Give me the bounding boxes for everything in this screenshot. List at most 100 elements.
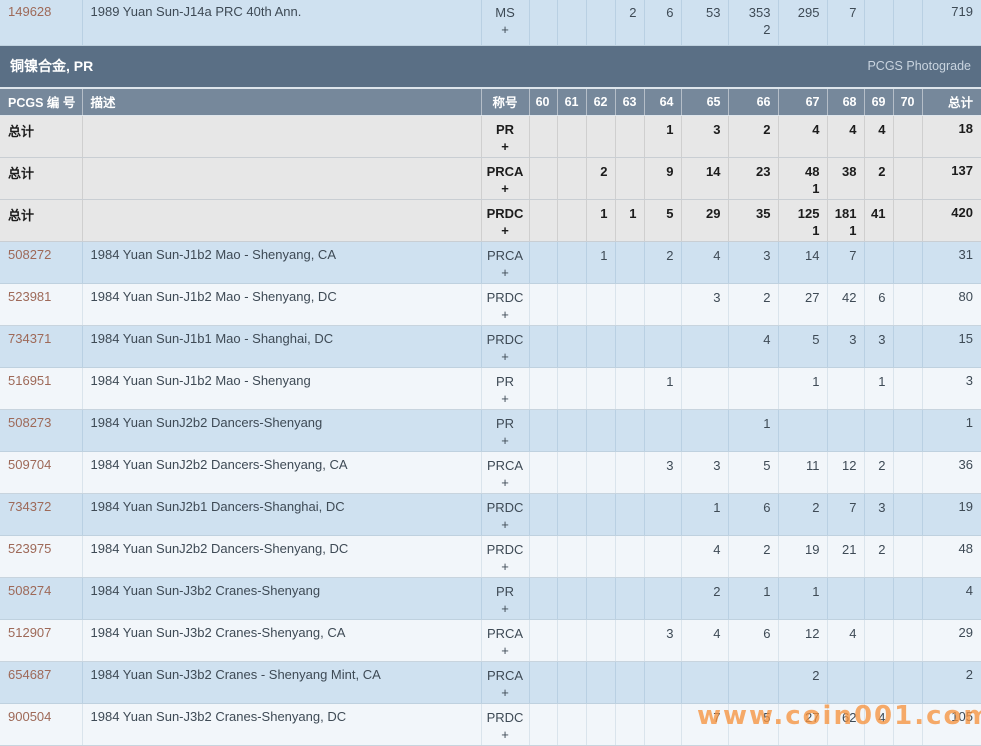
grade-66-cell: 2	[728, 115, 778, 157]
pcgs-number-link[interactable]: 508272	[8, 247, 51, 262]
designation-cell: PRCA+	[481, 241, 529, 283]
table-row: 1496281989 Yuan Sun-J14a PRC 40th Ann.MS…	[0, 0, 981, 45]
grade-61-cell	[557, 535, 586, 577]
designation-cell: PRCA+	[481, 451, 529, 493]
designation-cell: MS+	[481, 0, 529, 45]
grade-62-cell	[586, 535, 615, 577]
pcgs-number-link[interactable]: 900504	[8, 709, 51, 724]
grade-64-cell: 3	[644, 619, 681, 661]
grade-63-cell	[615, 325, 644, 367]
pcgs-number-link[interactable]: 509704	[8, 457, 51, 472]
grade-61-cell	[557, 451, 586, 493]
column-header-67: 67	[778, 88, 827, 115]
grade-64-cell: 1	[644, 367, 681, 409]
table-row: 508272 1984 Yuan Sun-J1b2 Mao - Shenyang,…	[0, 241, 981, 283]
column-header-63: 63	[615, 88, 644, 115]
row-total-cell: 2	[922, 661, 981, 703]
coin-description: 1984 Yuan SunJ2b2 Dancers-Shenyang, CA	[82, 451, 481, 493]
grade-68-cell: 21	[827, 535, 864, 577]
grade-68-cell	[827, 409, 864, 451]
grade-69-cell: 6	[864, 283, 893, 325]
pcgs-number-link[interactable]: 523981	[8, 289, 51, 304]
grade-61-cell	[557, 409, 586, 451]
total-label: 总计	[8, 124, 34, 139]
designation-cell: PR+	[481, 115, 529, 157]
grade-60-cell	[529, 115, 557, 157]
coin-description: 1984 Yuan SunJ2b1 Dancers-Shanghai, DC	[82, 493, 481, 535]
grade-67-cell: 14	[778, 241, 827, 283]
column-header-row: PCGS 编 号描述称号6061626364656667686970总计	[0, 88, 981, 115]
grade-67-cell: 1	[778, 577, 827, 619]
grade-60-cell	[529, 493, 557, 535]
grade-64-cell	[644, 493, 681, 535]
designation-cell: PRDC+	[481, 283, 529, 325]
table-row: 9005041984 Yuan Sun-J3b2 Cranes-Shenyang…	[0, 703, 981, 745]
pcgs-number-link[interactable]: 734371	[8, 331, 51, 346]
grade-60-cell	[529, 577, 557, 619]
designation-cell: PRDC+	[481, 199, 529, 241]
table-row: 6546871984 Yuan Sun-J3b2 Cranes - Shenya…	[0, 661, 981, 703]
photograde-link[interactable]: PCGS Photograde	[867, 59, 971, 73]
column-header-total: 总计	[922, 88, 981, 115]
row-total-cell: 1	[922, 409, 981, 451]
grade-69-cell: 2	[864, 157, 893, 199]
grade-63-cell	[615, 577, 644, 619]
table-row: 5082731984 Yuan SunJ2b2 Dancers-Shenyang…	[0, 409, 981, 451]
coin-description: 1984 Yuan Sun-J1b2 Mao - Shenyang, CA	[82, 241, 481, 283]
grade-63-cell: 1	[615, 199, 644, 241]
table-row: 734372 1984 Yuan SunJ2b1 Dancers-Shanghai…	[0, 493, 981, 535]
designation-cell: PRDC+	[481, 535, 529, 577]
grade-62-cell	[586, 115, 615, 157]
grade-67-cell: 27	[778, 703, 827, 745]
grade-70-cell	[893, 157, 922, 199]
table-row: 516951 1984 Yuan Sun-J1b2 Mao - ShenyangP…	[0, 367, 981, 409]
grade-70-cell	[893, 241, 922, 283]
column-header-desc: 描述	[82, 88, 481, 115]
grade-66-cell: 3	[728, 241, 778, 283]
row-total-cell: 4	[922, 577, 981, 619]
designation-cell: PR+	[481, 409, 529, 451]
column-header-65: 65	[681, 88, 728, 115]
pcgs-number-link[interactable]: 654687	[8, 667, 51, 682]
row-total-cell: 420	[922, 199, 981, 241]
grade-61-cell	[557, 703, 586, 745]
grade-62-cell	[586, 367, 615, 409]
grade-67-cell: 2	[778, 493, 827, 535]
grade-61-cell	[557, 241, 586, 283]
row-total-cell: 48	[922, 535, 981, 577]
grade-67-cell: 4	[778, 115, 827, 157]
designation-cell: PR+	[481, 367, 529, 409]
grade-62-cell	[586, 409, 615, 451]
column-header-num: PCGS 编 号	[0, 88, 82, 115]
grade-64-cell: 1	[644, 115, 681, 157]
coin-description: 1984 Yuan Sun-J1b2 Mao - Shenyang	[82, 367, 481, 409]
grade-65-cell: 4	[681, 241, 728, 283]
table-row: 7343711984 Yuan Sun-J1b1 Mao - Shanghai,…	[0, 325, 981, 367]
grade-64-cell: 2	[644, 241, 681, 283]
grade-65-cell: 14	[681, 157, 728, 199]
grade-68-cell: 7	[827, 241, 864, 283]
section-bar: 铜镍合金, PR PCGS Photograde	[10, 56, 971, 76]
pcgs-number-link[interactable]: 734372	[8, 499, 51, 514]
grade-60-cell	[529, 619, 557, 661]
pcgs-number-link[interactable]: 512907	[8, 625, 51, 640]
grade-69-cell	[864, 0, 893, 45]
grade-69-cell	[864, 241, 893, 283]
grade-70-cell	[893, 535, 922, 577]
grade-62-cell	[586, 619, 615, 661]
pcgs-number-link[interactable]: 149628	[8, 4, 51, 19]
pcgs-number-link[interactable]: 523975	[8, 541, 51, 556]
section-header-row: 铜镍合金, PR PCGS Photograde	[0, 45, 981, 88]
grade-70-cell	[893, 0, 922, 45]
pcgs-number-link[interactable]: 508274	[8, 583, 51, 598]
grade-61-cell	[557, 283, 586, 325]
grade-67-cell: 295	[778, 0, 827, 45]
grade-68-cell: 7	[827, 493, 864, 535]
grade-63-cell: 2	[615, 0, 644, 45]
pcgs-number-link[interactable]: 508273	[8, 415, 51, 430]
grade-64-cell	[644, 325, 681, 367]
table-row: 5082741984 Yuan Sun-J3b2 Cranes-Shenyang…	[0, 577, 981, 619]
pcgs-number-link[interactable]: 516951	[8, 373, 51, 388]
grade-62-cell	[586, 325, 615, 367]
grade-61-cell	[557, 157, 586, 199]
